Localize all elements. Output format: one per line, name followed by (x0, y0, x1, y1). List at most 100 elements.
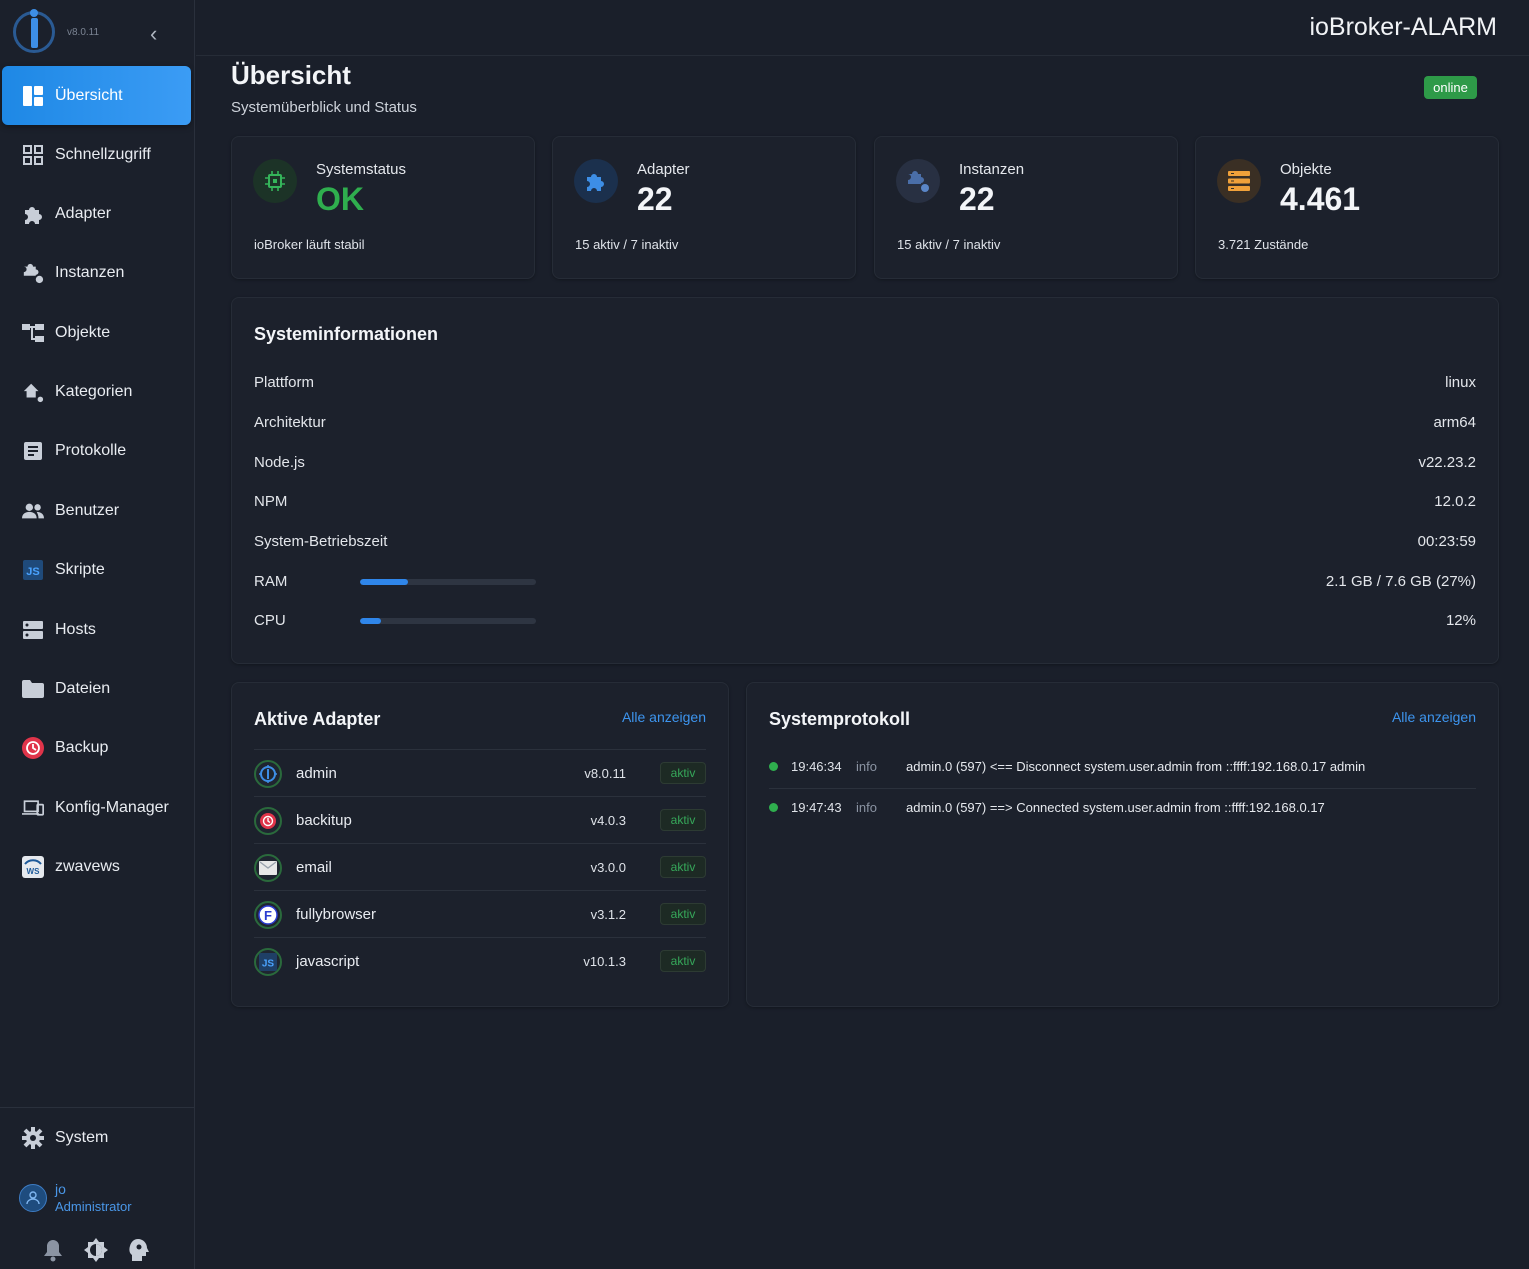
apps-grid-icon (22, 144, 44, 166)
zwave-logo-icon: WS (22, 855, 44, 878)
brand: v8.0.11 ‹ (0, 0, 195, 66)
stat-label: Systemstatus (316, 161, 407, 178)
log-message: admin.0 (597) <== Disconnect system.user… (906, 759, 1366, 774)
section-title: Systeminformationen (254, 324, 439, 344)
stat-subtext: 3.721 Zustände (1218, 237, 1309, 252)
info-key: NPM (254, 493, 288, 510)
stat-subtext: ioBroker läuft stabil (254, 237, 365, 252)
status-badge: aktiv (660, 762, 706, 784)
nav-label: Übersicht (55, 86, 123, 104)
expert-mode-icon[interactable] (128, 1238, 152, 1262)
nav-label: Adapter (55, 204, 112, 222)
log-entry: 19:46:34 info admin.0 (597) <== Disconne… (769, 748, 1476, 789)
stat-card-adapter: Adapter 22 15 aktiv / 7 inaktiv (552, 136, 856, 279)
nav-item-dateien[interactable]: Dateien (2, 659, 191, 718)
tree-icon (22, 322, 44, 344)
nav-item-instanzen[interactable]: Instanzen (2, 243, 191, 302)
adapter-name: admin (296, 765, 337, 782)
info-key: Node.js (254, 454, 305, 471)
cpu-usage-bar (360, 618, 536, 624)
adapter-row-javascript[interactable]: JS javascript v10.1.3 aktiv (254, 937, 706, 984)
adapter-row-admin[interactable]: admin v8.0.11 aktiv (254, 749, 706, 796)
cpu-usage-fill (360, 618, 382, 624)
adapter-name: fullybrowser (296, 906, 377, 923)
nav-item-system[interactable]: System (2, 1108, 191, 1167)
show-all-logs-link[interactable]: Alle anzeigen (1392, 709, 1476, 725)
nav-item-benutzer[interactable]: Benutzer (2, 481, 191, 540)
status-badge: online (1424, 76, 1477, 99)
info-key: Plattform (254, 374, 315, 391)
nav-item-objekte[interactable]: Objekte (2, 303, 191, 362)
backup-clock-icon (22, 736, 44, 759)
info-key: System-Betriebszeit (254, 533, 388, 550)
adapter-row-email[interactable]: email v3.0.0 aktiv (254, 843, 706, 890)
adapter-row-fullybrowser[interactable]: F fullybrowser v3.1.2 aktiv (254, 890, 706, 937)
server-icon (22, 619, 44, 641)
avatar[interactable] (19, 1184, 47, 1212)
admin-logo-icon (254, 760, 282, 788)
nav-label: Objekte (55, 323, 111, 341)
system-info-card: Systeminformationen Plattform linux Arch… (231, 297, 1499, 664)
nav-item-protokolle[interactable]: Protokolle (2, 421, 191, 480)
info-value: 12.0.2 (1434, 493, 1476, 510)
nav-item-skripte[interactable]: JS Skripte (2, 540, 191, 599)
nav-item-uebersicht[interactable]: Übersicht (2, 66, 191, 125)
devices-icon (22, 797, 44, 819)
show-all-adapters-link[interactable]: Alle anzeigen (622, 709, 706, 725)
status-dot (769, 803, 778, 812)
info-value: 12% (1445, 612, 1476, 629)
nav-label: Benutzer (55, 501, 120, 519)
nav-item-backup[interactable]: Backup (2, 718, 191, 777)
log-message: admin.0 (597) ==> Connected system.user.… (906, 800, 1325, 815)
log-time: 19:47:43 (791, 800, 842, 815)
gear-icon (22, 1126, 44, 1149)
adapter-version: v3.1.2 (590, 907, 626, 922)
nav-item-adapter[interactable]: Adapter (2, 184, 191, 243)
fullybrowser-logo-icon: F (254, 901, 282, 929)
nav-item-konfig-manager[interactable]: Konfig-Manager (2, 778, 191, 837)
adapter-version: v4.0.3 (590, 813, 626, 828)
info-value: v22.23.2 (1418, 454, 1476, 471)
folder-icon (22, 678, 44, 700)
log-time: 19:46:34 (791, 759, 842, 774)
top-bar: ioBroker-ALARM (196, 0, 1529, 56)
page-subtitle: Systemüberblick und Status (231, 99, 417, 116)
chevron-left-icon[interactable]: ‹ (150, 21, 157, 47)
adapter-row-backitup[interactable]: backitup v4.0.3 aktiv (254, 796, 706, 843)
info-row-uptime: System-Betriebszeit 00:23:59 (254, 533, 1476, 553)
nav-label: Protokolle (55, 441, 127, 459)
log-level: info (856, 800, 877, 815)
iobroker-logo-icon[interactable] (13, 9, 55, 53)
log-entry: 19:47:43 info admin.0 (597) ==> Connecte… (769, 789, 1476, 830)
nav-item-hosts[interactable]: Hosts (2, 600, 191, 659)
section-title: Aktive Adapter (254, 709, 381, 729)
dashboard-icon (22, 85, 44, 107)
stat-label: Objekte (1280, 161, 1332, 178)
backitup-logo-icon (254, 807, 282, 835)
system-log-card: Systemprotokoll Alle anzeigen 19:46:34 i… (746, 682, 1499, 1007)
info-value: 00:23:59 (1417, 533, 1476, 550)
ram-usage-bar (360, 579, 536, 585)
theme-toggle-icon[interactable] (84, 1238, 108, 1262)
stat-card-instanzen: Instanzen 22 15 aktiv / 7 inaktiv (874, 136, 1178, 279)
nav-item-schnellzugriff[interactable]: Schnellzugriff (2, 125, 191, 184)
nav-item-zwavews[interactable]: WS zwavews (2, 837, 191, 896)
svg-text:JS: JS (26, 566, 39, 578)
nav-item-kategorien[interactable]: Kategorien (2, 362, 191, 421)
stat-value: OK (316, 181, 364, 217)
email-logo-icon (254, 854, 282, 882)
user-name[interactable]: jo (55, 1181, 66, 1197)
nav-label: Backup (55, 738, 109, 756)
puzzle-dot-icon (896, 159, 940, 203)
svg-text:WS: WS (27, 867, 41, 876)
adapter-name: email (296, 859, 332, 876)
bell-icon[interactable] (42, 1238, 66, 1262)
adapter-version: v10.1.3 (583, 954, 626, 969)
info-row-npm: NPM 12.0.2 (254, 493, 1476, 513)
info-row-architecture: Architektur arm64 (254, 414, 1476, 434)
info-key: RAM (254, 573, 288, 590)
stat-card-objekte: Objekte 4.461 3.721 Zustände (1195, 136, 1499, 279)
nav-label: System (55, 1128, 109, 1146)
version-label: v8.0.11 (67, 27, 100, 38)
info-key: CPU (254, 612, 286, 629)
